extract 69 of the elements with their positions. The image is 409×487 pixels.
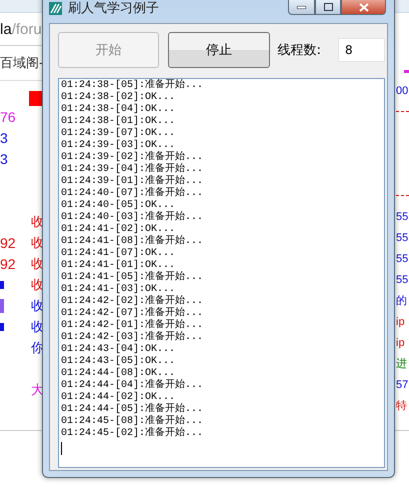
app-icon [49, 2, 62, 14]
page-text: 收 [31, 256, 44, 272]
page-text: 收 [31, 214, 44, 230]
log-area[interactable] [58, 78, 385, 468]
log-line: 01:24:40-[07]:准备开始... [61, 188, 204, 200]
marker-icon [29, 91, 42, 106]
page-text: 76 [0, 108, 16, 124]
minimize-icon [297, 6, 306, 8]
log-line: 01:24:42-[02]:准备开始... [61, 296, 204, 307]
log-line: 01:24:43-[04]:OK... [61, 344, 176, 356]
page-text: 的 [396, 294, 407, 308]
close-icon [358, 2, 368, 12]
log-line: 01:24:44-[05]:准备开始... [61, 404, 204, 415]
log-line: 01:24:39-[01]:准备开始... [61, 176, 204, 187]
log-line: 01:24:38-[02]:OK... [61, 92, 176, 104]
marker-icon [0, 322, 4, 330]
log-line: 01:24:38-[05]:准备开始... [61, 80, 204, 92]
log-line: 01:24:38-[01]:OK... [61, 116, 176, 128]
log-line: 01:24:45-[08]:准备开始... [61, 416, 204, 427]
log-line: 01:24:44-[08]:OK... [61, 368, 176, 379]
page-text: 特 [396, 399, 407, 413]
log-line: 01:24:41-[08]:准备开始... [61, 236, 204, 248]
marker-icon [0, 280, 4, 288]
page-text: 3 [0, 130, 8, 146]
log-line: 01:24:39-[07]:OK... [61, 128, 176, 140]
page-text: 进 [396, 357, 407, 371]
text-cursor-icon [61, 442, 62, 455]
page-text: 55 [396, 210, 408, 222]
log-line: 01:24:39-[04]:准备开始... [61, 164, 204, 175]
log-line: 01:24:42-[03]:准备开始... [61, 332, 204, 344]
log-line: 01:24:44-[04]:准备开始... [61, 380, 204, 392]
page-text: 55 [396, 232, 408, 244]
log-line: 01:24:42-[07]:准备开始... [61, 308, 204, 319]
maximize-icon [324, 3, 332, 11]
page-text: ip [396, 336, 405, 348]
thread-count-field[interactable]: 8 [338, 38, 385, 62]
log-line: 01:24:38-[04]:OK... [61, 104, 176, 116]
log-line: 01:24:41-[03]:OK... [61, 284, 176, 295]
marker-icon [0, 298, 4, 312]
log-line: 01:24:43-[05]:OK... [61, 356, 176, 368]
thread-count-label: 线程数: [278, 42, 321, 59]
page-text: 57 [396, 378, 408, 390]
page-text: 收 [31, 234, 44, 252]
page-text: 收 [31, 276, 44, 294]
log-line: 01:24:41-[07]:OK... [61, 248, 176, 260]
log-line: 01:24:45-[02]:准备开始... [61, 428, 204, 440]
log-line: 01:24:44-[02]:OK... [61, 392, 176, 403]
page-text: 收 [31, 298, 44, 314]
log-line: 01:24:40-[05]:OK... [61, 200, 176, 211]
maximize-button[interactable] [315, 0, 341, 15]
page-text: 55 [396, 274, 408, 286]
page-text: 3 [0, 150, 8, 166]
log-line: 01:24:41-[02]:OK... [61, 224, 176, 235]
page-text: 92 [0, 256, 16, 272]
stop-button[interactable]: 停止 [168, 32, 270, 68]
minimize-button[interactable] [288, 0, 315, 15]
page-text: ip [396, 316, 405, 328]
page-text: 00 [396, 84, 408, 96]
window-title: 刷人气学习例子 [68, 0, 159, 17]
close-button[interactable] [341, 0, 386, 15]
page-text: 收 [31, 318, 44, 336]
log-line: 01:24:39-[02]:准备开始... [61, 152, 204, 163]
log-line: 01:24:42-[01]:准备开始... [61, 320, 204, 331]
page-text: 92 [0, 234, 16, 250]
log-line: 01:24:41-[05]:准备开始... [61, 272, 204, 284]
log-line: 01:24:39-[03]:OK... [61, 140, 176, 151]
page-text: 55 [396, 252, 408, 264]
log-line: 01:24:40-[03]:准备开始... [61, 212, 204, 224]
log-line: 01:24:41-[01]:OK... [61, 260, 176, 271]
